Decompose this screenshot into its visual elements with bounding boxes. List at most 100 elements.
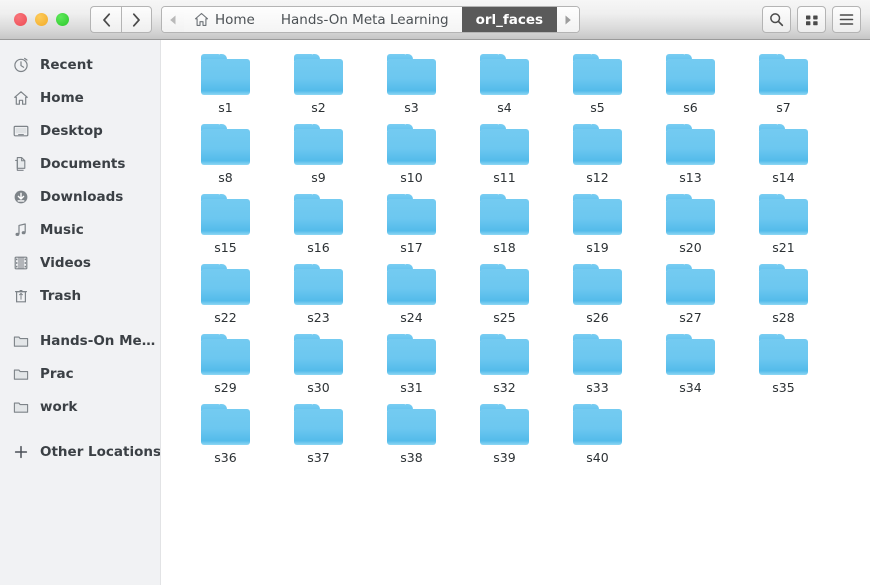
breadcrumb-scroll-left[interactable] [162,7,184,32]
menu-button[interactable] [832,6,861,33]
folder-icon [294,54,343,95]
sidebar-label-downloads: Downloads [40,189,123,205]
sidebar-item-music[interactable]: Music [0,213,160,246]
file-item[interactable]: s24 [365,258,458,328]
file-item[interactable]: s30 [272,328,365,398]
file-item[interactable]: s36 [179,398,272,468]
sidebar-item-prac[interactable]: Prac [0,357,160,390]
file-list-view[interactable]: s1s2s3s4s5s6s7s8s9s10s11s12s13s14s15s16s… [161,40,870,585]
folder-icon [480,404,529,445]
file-item[interactable]: s34 [644,328,737,398]
file-item-label: s29 [214,380,236,396]
file-item-label: s18 [493,240,515,256]
folder-icon [294,264,343,305]
window-titlebar: Home Hands-On Meta Learning orl_faces [0,0,870,40]
view-options-button[interactable] [797,6,826,33]
sidebar-item-hands-on-meta-learning[interactable]: Hands-On Me… [0,324,160,357]
file-item[interactable]: s21 [737,188,830,258]
breadcrumb-item-orl-faces[interactable]: orl_faces [462,7,558,32]
search-button[interactable] [762,6,791,33]
file-item[interactable]: s37 [272,398,365,468]
folder-icon [666,264,715,305]
file-item-label: s38 [400,450,422,466]
sidebar-item-videos[interactable]: Videos [0,246,160,279]
file-item[interactable]: s11 [458,118,551,188]
breadcrumb-scroll-right[interactable] [557,7,579,32]
folder-icon [201,54,250,95]
file-item[interactable]: s3 [365,48,458,118]
file-item[interactable]: s4 [458,48,551,118]
folder-icon [573,404,622,445]
breadcrumb-label-hands-on-meta-learning: Hands-On Meta Learning [281,12,449,28]
file-item[interactable]: s1 [179,48,272,118]
file-item[interactable]: s6 [644,48,737,118]
file-item[interactable]: s29 [179,328,272,398]
folder-icon [294,124,343,165]
breadcrumb-item-home[interactable]: Home [184,7,268,32]
file-item[interactable]: s40 [551,398,644,468]
file-item[interactable]: s9 [272,118,365,188]
file-item[interactable]: s19 [551,188,644,258]
file-item-label: s26 [586,310,608,326]
sidebar-item-documents[interactable]: Documents [0,147,160,180]
sidebar-item-desktop[interactable]: Desktop [0,114,160,147]
file-item[interactable]: s25 [458,258,551,328]
clock-icon [12,56,30,74]
sidebar-divider [0,312,160,324]
sidebar-item-recent[interactable]: Recent [0,48,160,81]
file-item-label: s21 [772,240,794,256]
sidebar-item-downloads[interactable]: Downloads [0,180,160,213]
file-item[interactable]: s8 [179,118,272,188]
file-item-label: s5 [590,100,604,116]
sidebar-divider-2 [0,423,160,435]
breadcrumb-item-hands-on-meta-learning[interactable]: Hands-On Meta Learning [268,7,462,32]
file-item[interactable]: s16 [272,188,365,258]
back-button[interactable] [90,6,121,33]
file-item[interactable]: s14 [737,118,830,188]
file-item[interactable]: s13 [644,118,737,188]
sidebar-item-trash[interactable]: Trash [0,279,160,312]
forward-button[interactable] [121,6,152,33]
grid-view-icon [805,13,819,27]
file-item[interactable]: s15 [179,188,272,258]
file-item[interactable]: s10 [365,118,458,188]
file-item[interactable]: s23 [272,258,365,328]
window-controls [8,13,69,26]
folder-icon [480,194,529,235]
file-item-label: s10 [400,170,422,186]
file-item[interactable]: s2 [272,48,365,118]
file-item[interactable]: s27 [644,258,737,328]
file-item[interactable]: s39 [458,398,551,468]
file-item[interactable]: s20 [644,188,737,258]
file-item[interactable]: s26 [551,258,644,328]
minimize-window-button[interactable] [35,13,48,26]
file-item[interactable]: s18 [458,188,551,258]
folder-icon [759,334,808,375]
file-item-label: s15 [214,240,236,256]
sidebar-item-work[interactable]: work [0,390,160,423]
file-item-label: s22 [214,310,236,326]
home-icon [194,12,209,27]
file-item[interactable]: s12 [551,118,644,188]
sidebar-item-home[interactable]: Home [0,81,160,114]
sidebar-label-work: work [40,399,77,415]
file-item[interactable]: s35 [737,328,830,398]
file-item[interactable]: s28 [737,258,830,328]
file-item[interactable]: s5 [551,48,644,118]
file-item[interactable]: s38 [365,398,458,468]
folder-icon [573,334,622,375]
file-item[interactable]: s17 [365,188,458,258]
folder-icon [201,194,250,235]
file-item-label: s25 [493,310,515,326]
file-item[interactable]: s22 [179,258,272,328]
maximize-window-button[interactable] [56,13,69,26]
file-item-label: s33 [586,380,608,396]
file-item[interactable]: s32 [458,328,551,398]
file-item-label: s4 [497,100,511,116]
sidebar-item-other-locations[interactable]: Other Locations [0,435,160,468]
trash-icon [12,287,30,305]
file-item[interactable]: s33 [551,328,644,398]
close-window-button[interactable] [14,13,27,26]
file-item[interactable]: s31 [365,328,458,398]
file-item[interactable]: s7 [737,48,830,118]
